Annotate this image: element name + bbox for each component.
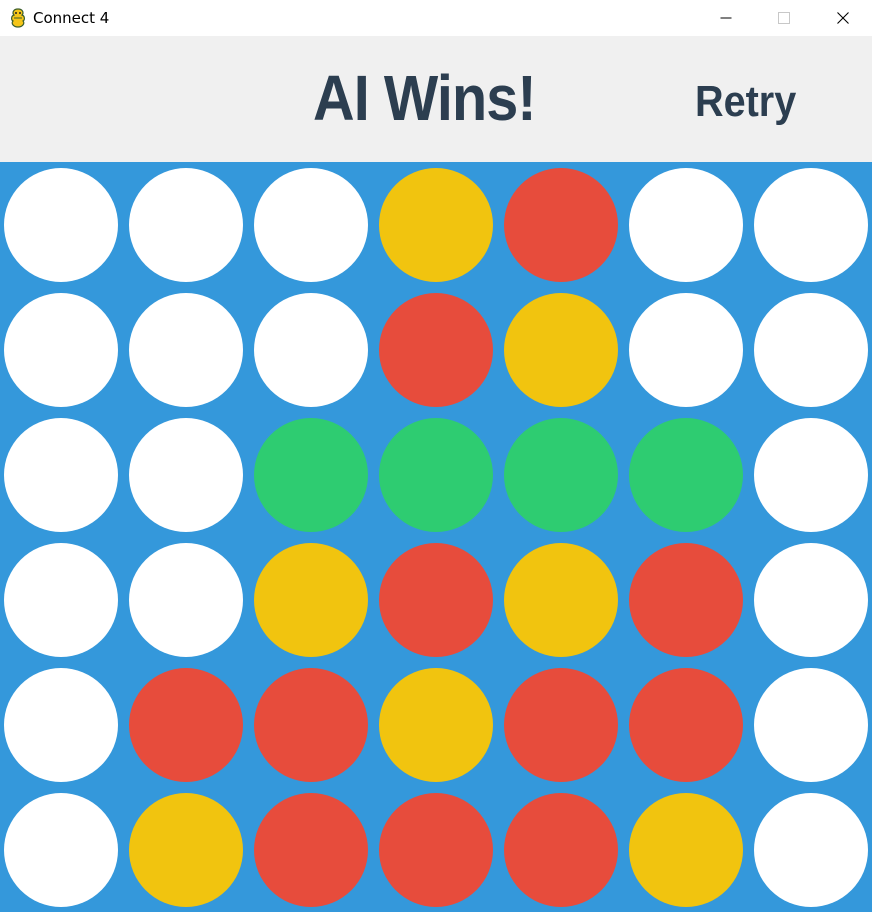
board-cell-yellow[interactable]: [379, 668, 493, 782]
board-cell-empty[interactable]: [129, 168, 243, 282]
status-banner: AI Wins! Retry: [0, 36, 872, 162]
board-cell-empty[interactable]: [4, 793, 118, 907]
board-cell-red[interactable]: [504, 668, 618, 782]
board-cell-empty[interactable]: [4, 418, 118, 532]
board-cell-empty[interactable]: [754, 168, 868, 282]
game-status-text: AI Wins!: [313, 62, 537, 134]
board-cell-yellow[interactable]: [504, 543, 618, 657]
close-button[interactable]: [814, 0, 872, 36]
board-cell-red[interactable]: [379, 793, 493, 907]
board-cell-red[interactable]: [379, 293, 493, 407]
board-cell-yellow[interactable]: [504, 293, 618, 407]
board-cell-empty[interactable]: [129, 543, 243, 657]
pygame-snake-icon: [11, 8, 25, 28]
maximize-icon: [778, 12, 790, 24]
window-title: Connect 4: [33, 9, 110, 27]
minimize-icon: [720, 17, 732, 19]
board-cell-green[interactable]: [379, 418, 493, 532]
board-cell-empty[interactable]: [4, 543, 118, 657]
board-cell-red[interactable]: [629, 668, 743, 782]
board-cell-empty[interactable]: [254, 293, 368, 407]
close-icon: [837, 12, 849, 24]
board-cell-red[interactable]: [254, 793, 368, 907]
board-cell-empty[interactable]: [629, 168, 743, 282]
title-bar: Connect 4: [0, 0, 872, 36]
board-cell-red[interactable]: [254, 668, 368, 782]
game-window: Connect 4 AI Wins! Retry: [0, 0, 872, 912]
board-cell-green[interactable]: [254, 418, 368, 532]
board-cell-empty[interactable]: [754, 293, 868, 407]
board-cell-empty[interactable]: [754, 418, 868, 532]
board-cell-empty[interactable]: [629, 293, 743, 407]
board-cell-green[interactable]: [504, 418, 618, 532]
board-cell-empty[interactable]: [754, 543, 868, 657]
board-cell-empty[interactable]: [754, 793, 868, 907]
maximize-button[interactable]: [755, 0, 813, 36]
board-cell-yellow[interactable]: [254, 543, 368, 657]
board-cell-empty[interactable]: [4, 168, 118, 282]
minimize-button[interactable]: [697, 0, 755, 36]
board-cell-yellow[interactable]: [379, 168, 493, 282]
board-cell-yellow[interactable]: [629, 793, 743, 907]
retry-button[interactable]: Retry: [695, 80, 796, 124]
board-cell-empty[interactable]: [129, 293, 243, 407]
board-cell-yellow[interactable]: [129, 793, 243, 907]
board-cell-red[interactable]: [504, 168, 618, 282]
board-cell-empty[interactable]: [129, 418, 243, 532]
board-cell-green[interactable]: [629, 418, 743, 532]
board-cell-red[interactable]: [379, 543, 493, 657]
board-cell-red[interactable]: [504, 793, 618, 907]
game-board[interactable]: [0, 162, 872, 912]
board-cell-red[interactable]: [129, 668, 243, 782]
board-cell-empty[interactable]: [754, 668, 868, 782]
board-cell-red[interactable]: [629, 543, 743, 657]
board-cell-empty[interactable]: [254, 168, 368, 282]
board-cell-empty[interactable]: [4, 668, 118, 782]
board-cell-empty[interactable]: [4, 293, 118, 407]
